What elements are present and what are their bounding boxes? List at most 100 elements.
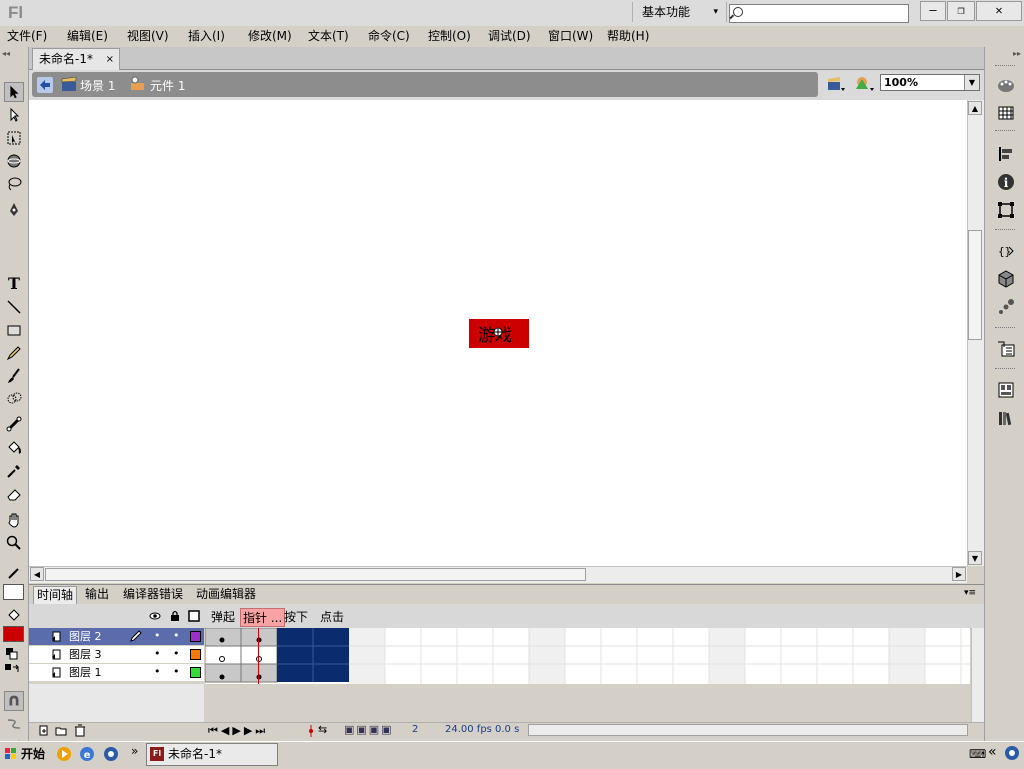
menu-debug[interactable]: 调试(D)	[488, 27, 531, 44]
lock-dot[interactable]: •	[173, 645, 180, 662]
help-search-input[interactable]	[729, 4, 909, 23]
vertical-scroll-thumb[interactable]	[968, 230, 982, 340]
components-panel-icon[interactable]	[996, 269, 1016, 289]
layer-row-2[interactable]: 图层 2 • •	[29, 628, 204, 645]
new-folder-icon[interactable]	[55, 725, 67, 737]
onion-skin-icons[interactable]: ▣▣▣▣	[344, 723, 394, 736]
stroke-color-icon[interactable]	[4, 563, 24, 583]
line-tool-icon[interactable]	[4, 297, 24, 317]
loop-icon[interactable]: ⇆	[318, 723, 327, 736]
snap-magnet-icon[interactable]	[4, 691, 24, 711]
state-over[interactable]: 指针 ...	[240, 608, 286, 627]
eraser-tool-icon[interactable]	[4, 484, 24, 504]
menu-text[interactable]: 文本(T)	[308, 27, 349, 44]
expand-icon[interactable]: ▸▸	[1013, 49, 1021, 58]
menu-modify[interactable]: 修改(M)	[248, 27, 292, 44]
frame-rate[interactable]: 24.00 fps	[445, 724, 492, 735]
menu-file[interactable]: 文件(F)	[7, 27, 47, 44]
restore-button[interactable]: ❐	[947, 1, 975, 21]
delete-layer-icon[interactable]	[74, 724, 86, 737]
3d-rotation-tool-icon[interactable]	[4, 151, 24, 171]
breadcrumb-scene[interactable]: 场景 1	[80, 77, 115, 94]
info-panel-icon[interactable]: i	[996, 172, 1016, 192]
taskbar-item-flash[interactable]: Fl 未命名-1*	[146, 743, 278, 766]
common-libraries-icon[interactable]	[996, 408, 1016, 428]
fill-color-swatch[interactable]	[3, 626, 24, 642]
panel-menu-icon[interactable]: ▾≡	[964, 588, 976, 598]
menu-control[interactable]: 控制(O)	[428, 27, 471, 44]
tab-compiler-errors[interactable]: 编译器错误	[120, 586, 186, 603]
actions-panel-icon[interactable]: {}	[996, 241, 1016, 261]
menu-edit[interactable]: 编辑(E)	[67, 27, 108, 44]
minimize-button[interactable]: —	[920, 1, 946, 21]
playback-controls[interactable]: ⏮◀▶▶⏭	[208, 724, 268, 738]
state-hit[interactable]: 点击	[320, 608, 344, 625]
stroke-color-swatch[interactable]	[3, 584, 24, 600]
brush-tool-icon[interactable]	[4, 366, 24, 386]
tray-app-icon[interactable]	[1004, 745, 1020, 761]
edit-scene-icon[interactable]	[826, 75, 846, 93]
menu-commands[interactable]: 命令(C)	[368, 27, 410, 44]
text-tool-icon[interactable]: T	[4, 274, 24, 294]
paint-bucket-tool-icon[interactable]	[4, 438, 24, 458]
menu-view[interactable]: 视图(V)	[127, 27, 169, 44]
start-button[interactable]: 开始	[2, 743, 48, 765]
selection-tool-icon[interactable]	[4, 82, 24, 102]
timeline-vertical-scrollbar[interactable]	[971, 628, 984, 722]
fill-color-icon[interactable]	[4, 605, 24, 625]
tray-expand-icon[interactable]: «	[988, 744, 997, 760]
eyedropper-tool-icon[interactable]	[4, 461, 24, 481]
hand-tool-icon[interactable]	[4, 510, 24, 530]
visibility-dot[interactable]: •	[154, 663, 161, 680]
color-panel-icon[interactable]	[996, 75, 1016, 95]
horizontal-scroll-thumb[interactable]	[45, 568, 586, 581]
eye-icon[interactable]	[149, 610, 161, 622]
lock-dot[interactable]: •	[173, 627, 180, 644]
scroll-left-icon[interactable]: ◀	[30, 567, 44, 581]
project-panel-icon[interactable]	[996, 339, 1016, 359]
pen-tool-icon[interactable]	[4, 200, 24, 220]
media-player-icon[interactable]	[56, 746, 72, 762]
align-panel-icon[interactable]	[996, 144, 1016, 164]
back-arrow-icon[interactable]	[37, 77, 53, 93]
zoom-select[interactable]: 100% ▼	[880, 74, 980, 91]
black-white-icon[interactable]	[5, 647, 19, 661]
new-layer-icon[interactable]	[38, 725, 50, 737]
chevron-down-icon[interactable]: ▼	[964, 75, 979, 90]
timeline-frames[interactable]	[205, 628, 970, 684]
layer-row-1[interactable]: 图层 1 • •	[29, 664, 204, 681]
center-frame-icon[interactable]	[306, 725, 316, 737]
swap-colors-icon[interactable]	[4, 663, 20, 679]
document-tab[interactable]: 未命名-1* ×	[32, 48, 120, 70]
outline-color-box[interactable]	[190, 631, 201, 642]
layer-row-3[interactable]: 图层 3 • •	[29, 646, 204, 663]
outline-icon[interactable]	[188, 610, 200, 622]
smooth-icon[interactable]	[4, 714, 24, 734]
browser-icon[interactable]: e	[79, 746, 95, 762]
tab-timeline[interactable]: 时间轴	[33, 586, 78, 604]
breadcrumb-symbol[interactable]: 元件 1	[150, 77, 185, 94]
scroll-right-icon[interactable]: ▶	[952, 567, 966, 581]
transform-panel-icon[interactable]	[996, 200, 1016, 220]
bone-tool-icon[interactable]	[4, 414, 24, 434]
close-button[interactable]: ✕	[976, 1, 1022, 21]
visibility-dot[interactable]: •	[154, 645, 161, 662]
lock-dot[interactable]: •	[173, 663, 180, 680]
menu-window[interactable]: 窗口(W)	[548, 27, 593, 44]
lock-icon[interactable]	[169, 610, 181, 622]
outline-color-box[interactable]	[190, 667, 201, 678]
app-icon[interactable]	[103, 746, 119, 762]
free-transform-tool-icon[interactable]	[4, 128, 24, 148]
swatches-panel-icon[interactable]	[996, 103, 1016, 123]
edit-symbols-icon[interactable]	[854, 74, 876, 94]
zoom-tool-icon[interactable]	[4, 533, 24, 553]
taskbar-chevron[interactable]: »	[131, 744, 138, 758]
workspace-switcher[interactable]: 基本功能 ▾	[632, 2, 727, 22]
scroll-up-icon[interactable]: ▲	[968, 101, 982, 115]
menu-insert[interactable]: 插入(I)	[188, 27, 225, 44]
rectangle-tool-icon[interactable]	[4, 320, 24, 340]
pencil-tool-icon[interactable]	[4, 343, 24, 363]
current-frame[interactable]: 2	[412, 724, 418, 735]
tab-motion-editor[interactable]: 动画编辑器	[193, 586, 259, 603]
collapse-icon[interactable]: ◂◂	[2, 49, 10, 58]
